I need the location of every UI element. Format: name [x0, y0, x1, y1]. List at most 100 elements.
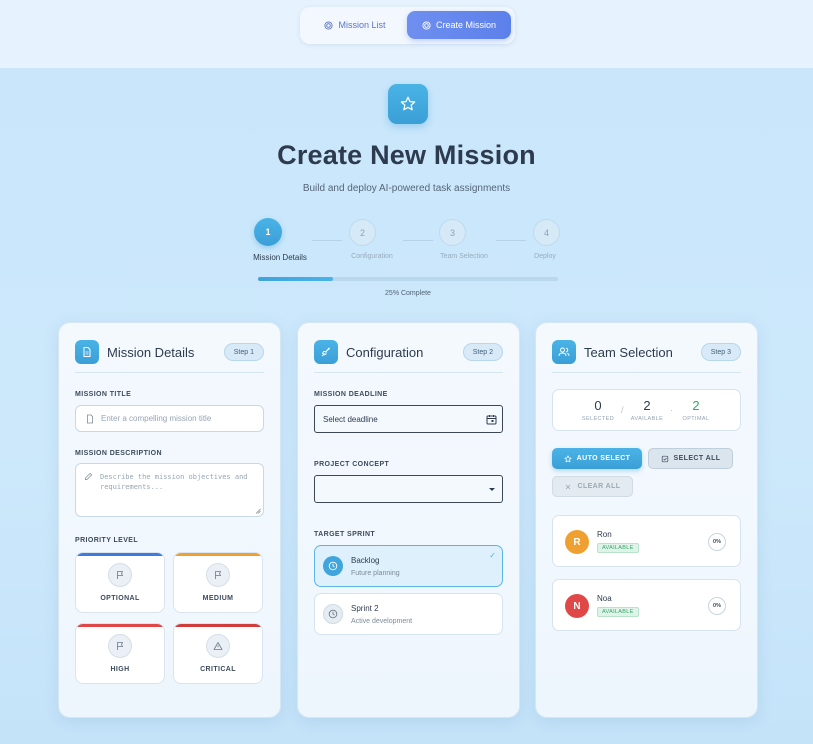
view-switcher: Mission List Create Mission [300, 7, 515, 44]
step-badge: Step 2 [462, 343, 503, 361]
step-connector [403, 240, 433, 241]
project-concept-label: PROJECT CONCEPT [314, 461, 390, 468]
auto-select-button[interactable]: AUTO SELECT [552, 448, 642, 469]
team-member-card[interactable]: N Noa AVAILABLE 0% [552, 579, 741, 631]
stat-value: 2 [643, 398, 651, 413]
chevron-down-icon [489, 488, 495, 491]
tab-label: Mission List [338, 20, 386, 30]
member-name: Noa [597, 594, 612, 603]
sprint-name: Backlog [351, 556, 380, 565]
mission-title-label: MISSION TITLE [75, 391, 132, 398]
step-3-circle[interactable]: 3 [439, 219, 466, 246]
step-connector [496, 240, 526, 241]
team-selection-card: Team Selection Step 3 0 SELECTED / 2 AVA… [535, 322, 758, 718]
clock-icon [323, 604, 343, 624]
priority-color-bar [76, 624, 164, 627]
edit-icon [84, 472, 93, 481]
textarea-placeholder: Describe the mission objectives and requ… [100, 473, 248, 491]
deadline-value: Select deadline [323, 414, 378, 424]
priority-color-bar [76, 553, 164, 556]
avatar: N [565, 594, 589, 618]
mission-title-input[interactable]: Enter a compelling mission title [75, 405, 264, 432]
team-member-card[interactable]: R Ron AVAILABLE 0% [552, 515, 741, 567]
sprint-option-backlog[interactable]: Backlog Future planning ✓ [314, 545, 503, 587]
page-title: Create New Mission [277, 140, 536, 170]
deadline-input[interactable]: Select deadline [314, 405, 503, 433]
member-name: Ron [597, 530, 612, 539]
stat-label: SELECTED [581, 416, 615, 422]
step-4-label: Deploy [534, 253, 556, 260]
status-badge: AVAILABLE [597, 543, 639, 553]
check-icon: ✓ [489, 551, 496, 560]
priority-high[interactable]: HIGH [75, 623, 165, 684]
flag-icon [206, 563, 230, 587]
sprint-name: Sprint 2 [351, 604, 379, 613]
flag-icon [108, 634, 132, 658]
input-placeholder: Enter a compelling mission title [101, 414, 212, 423]
step-4-circle[interactable]: 4 [533, 219, 560, 246]
target-icon [324, 20, 334, 30]
clock-icon [323, 556, 343, 576]
priority-level-label: PRIORITY LEVEL [75, 537, 139, 544]
match-percent: 0% [708, 533, 726, 551]
page-subtitle: Build and deploy AI-powered task assignm… [302, 183, 511, 194]
users-icon [552, 340, 576, 364]
priority-label: HIGH [110, 666, 130, 673]
sprint-option-sprint-2[interactable]: Sprint 2 Active development [314, 593, 503, 635]
card-header: Mission Details Step 1 [75, 339, 264, 373]
stat-label: OPTIMAL [682, 416, 710, 422]
stat-label: AVAILABLE [630, 416, 664, 422]
priority-critical[interactable]: CRITICAL [173, 623, 263, 684]
priority-label: MEDIUM [202, 595, 234, 602]
step-1-label: Mission Details [253, 253, 307, 262]
tab-mission-list[interactable]: Mission List [307, 11, 403, 39]
step-1-circle[interactable]: 1 [254, 218, 282, 246]
progress-text: 25% Complete [385, 290, 431, 297]
stat-value: 0 [594, 398, 602, 413]
checkbox-icon [661, 455, 668, 462]
step-connector [312, 240, 342, 241]
avatar: R [565, 530, 589, 554]
priority-label: CRITICAL [200, 666, 236, 673]
button-label: SELECT ALL [673, 455, 721, 462]
configuration-card: Configuration Step 2 MISSION DEADLINE Se… [297, 322, 520, 718]
resize-handle-icon[interactable] [255, 508, 261, 514]
stat-value: 2 [692, 398, 700, 413]
sprint-description: Active development [351, 618, 413, 625]
card-title: Configuration [346, 345, 424, 360]
button-label: AUTO SELECT [576, 455, 631, 462]
stat-available: 2 AVAILABLE [622, 398, 672, 422]
top-bar: Mission List Create Mission [0, 0, 813, 68]
star-icon [564, 454, 572, 462]
tab-create-mission[interactable]: Create Mission [407, 11, 511, 39]
select-all-button[interactable]: SELECT ALL [648, 448, 733, 469]
clear-all-button[interactable]: CLEAR ALL [552, 476, 633, 497]
calendar-icon[interactable] [486, 414, 497, 425]
team-stats: 0 SELECTED / 2 AVAILABLE · 2 OPTIMAL [552, 389, 741, 431]
priority-optional[interactable]: OPTIONAL [75, 552, 165, 613]
progress-fill [258, 277, 333, 281]
progress-bar [258, 277, 558, 281]
priority-color-bar [174, 624, 262, 627]
step-3-label: Team Selection [440, 253, 488, 260]
card-title: Team Selection [584, 345, 673, 360]
mission-details-card: Mission Details Step 1 MISSION TITLE Ent… [58, 322, 281, 718]
sprint-description: Future planning [351, 570, 400, 577]
step-2-circle[interactable]: 2 [349, 219, 376, 246]
stat-optimal: 2 OPTIMAL [671, 398, 721, 422]
target-icon [422, 20, 431, 30]
tab-label: Create Mission [435, 20, 497, 30]
document-icon [87, 414, 93, 424]
warning-icon [206, 634, 230, 658]
priority-medium[interactable]: MEDIUM [173, 552, 263, 613]
card-header: Configuration Step 2 [314, 339, 503, 373]
button-label: CLEAR ALL [577, 483, 621, 490]
priority-label: OPTIONAL [100, 595, 140, 602]
target-sprint-label: TARGET SPRINT [314, 531, 376, 538]
step-badge: Step 1 [223, 343, 264, 361]
mission-description-textarea[interactable]: Describe the mission objectives and requ… [75, 463, 264, 517]
flag-icon [108, 563, 132, 587]
project-concept-select[interactable] [314, 475, 503, 503]
star-icon [388, 84, 428, 124]
card-title: Mission Details [107, 345, 195, 360]
